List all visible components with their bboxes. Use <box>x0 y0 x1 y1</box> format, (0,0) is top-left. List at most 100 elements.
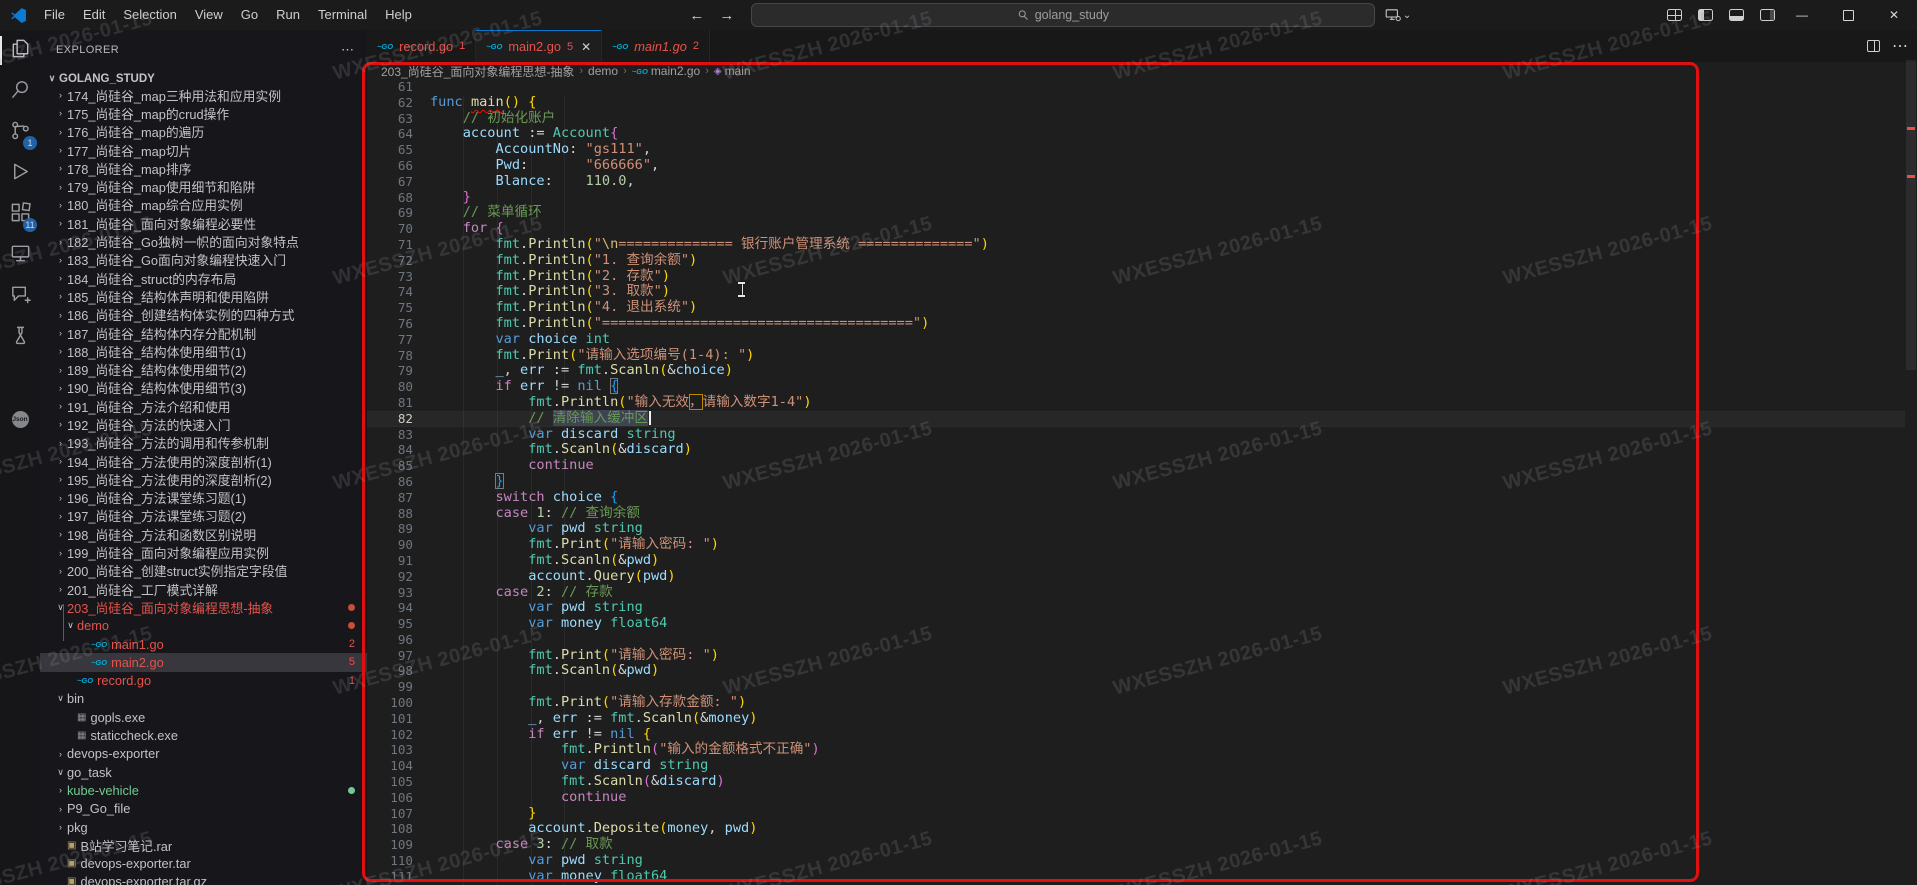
tree-item-P9_Go_file[interactable]: › P9_Go_file <box>40 800 367 818</box>
line-number[interactable]: 104 <box>367 758 413 774</box>
menu-view[interactable]: View <box>186 0 232 30</box>
code-line-62[interactable]: 62 func main() { <box>367 94 1905 111</box>
code-line-86[interactable]: 86 } <box>367 472 1905 490</box>
line-number[interactable]: 107 <box>367 806 413 822</box>
activity-testing-button[interactable] <box>0 317 40 358</box>
code-line-110[interactable]: 110 var pwd string <box>367 852 1905 869</box>
tree-item-178_尚硅谷_map排序[interactable]: › 178_尚硅谷_map排序 <box>40 159 367 177</box>
window-restore-button[interactable] <box>1825 0 1871 30</box>
line-number[interactable]: 99 <box>367 679 413 695</box>
tree-item-196_尚硅谷_方法课堂练习题(1)[interactable]: › 196_尚硅谷_方法课堂练习题(1) <box>40 489 367 507</box>
code-line-63[interactable]: 63 // 初始化账户 <box>367 110 1905 127</box>
tree-item-193_尚硅谷_方法的调用和传参机制[interactable]: › 193_尚硅谷_方法的调用和传参机制 <box>40 434 367 452</box>
breadcrumb-item-demo[interactable]: demo <box>588 64 618 78</box>
tree-item-182_尚硅谷_Go独树一帜的面向对象特点[interactable]: › 182_尚硅谷_Go独树一帜的面向对象特点 <box>40 232 367 250</box>
line-number[interactable]: 106 <box>367 790 413 806</box>
code-line-92[interactable]: 92 account.Query(pwd) <box>367 568 1905 585</box>
tree-item-176_尚硅谷_map的遍历[interactable]: › 176_尚硅谷_map的遍历 <box>40 123 367 141</box>
code-line-68[interactable]: 68 } <box>367 189 1905 206</box>
line-number[interactable]: 79 <box>367 363 413 379</box>
tree-item-demo[interactable]: ∨ demo <box>40 617 367 635</box>
tree-item-174_尚硅谷_map三种用法和应用实例[interactable]: › 174_尚硅谷_map三种用法和应用实例 <box>40 86 367 104</box>
line-number[interactable]: 78 <box>367 348 413 364</box>
line-number[interactable]: 87 <box>367 490 413 506</box>
code-line-89[interactable]: 89 var pwd string <box>367 520 1905 537</box>
code-line-80[interactable]: 80 if err != nil { <box>367 378 1905 395</box>
breadcrumb-item-203_尚硅谷_面向对象编程思想-抽象[interactable]: 203_尚硅谷_面向对象编程思想-抽象 <box>381 63 574 80</box>
line-number[interactable]: 109 <box>367 837 413 853</box>
tree-item-devops-exporter.tar[interactable]: ▣ devops-exporter.tar <box>40 854 367 872</box>
line-number[interactable]: 111 <box>367 869 413 885</box>
tree-item-main2.go[interactable]: ~GO main2.go 5 <box>40 653 367 672</box>
line-number[interactable]: 95 <box>367 616 413 632</box>
tree-item-177_尚硅谷_map切片[interactable]: › 177_尚硅谷_map切片 <box>40 141 367 159</box>
line-number[interactable]: 97 <box>367 648 413 664</box>
tree-item-195_尚硅谷_方法使用的深度剖析(2)[interactable]: › 195_尚硅谷_方法使用的深度剖析(2) <box>40 470 367 488</box>
line-number[interactable]: 81 <box>367 395 413 411</box>
tree-item-175_尚硅谷_map的crud操作[interactable]: › 175_尚硅谷_map的crud操作 <box>40 104 367 122</box>
code-line-95[interactable]: 95 var money float64 <box>367 615 1905 632</box>
code-line-108[interactable]: 108 account.Deposite(money, pwd) <box>367 821 1905 837</box>
line-number[interactable]: 96 <box>367 632 413 648</box>
tree-item-gopls.exe[interactable]: ▦ gopls.exe <box>40 708 367 726</box>
activity-remote-explorer-button[interactable] <box>0 235 40 276</box>
window-close-button[interactable]: ✕ <box>1871 0 1917 30</box>
tree-item-pkg[interactable]: › pkg <box>40 818 367 836</box>
activity-python-button[interactable] <box>0 358 40 399</box>
code-line-85[interactable]: 85 continue <box>367 457 1905 474</box>
tree-item-203_尚硅谷_面向对象编程思想-抽象[interactable]: ∨ 203_尚硅谷_面向对象编程思想-抽象 <box>40 598 367 616</box>
code-line-98[interactable]: 98 fmt.Scanln(&pwd) <box>367 663 1905 679</box>
menu-terminal[interactable]: Terminal <box>309 0 376 30</box>
line-number[interactable]: 103 <box>367 742 413 758</box>
line-number[interactable]: 64 <box>367 126 413 142</box>
code-line-77[interactable]: 77 var choice int <box>367 331 1905 348</box>
code-line-90[interactable]: 90 fmt.Print("请输入密码: ") <box>367 536 1905 553</box>
line-number[interactable]: 84 <box>367 442 413 458</box>
code-line-100[interactable]: 100 fmt.Print("请输入存款金额: ") <box>367 694 1905 711</box>
line-number[interactable]: 100 <box>367 695 413 711</box>
toggle-primary-sidebar-button[interactable] <box>1698 9 1713 21</box>
line-number[interactable]: 76 <box>367 316 413 332</box>
code-line-101[interactable]: 101 _, err := fmt.Scanln(&money) <box>367 710 1905 727</box>
tree-item-199_尚硅谷_面向对象编程应用实例[interactable]: › 199_尚硅谷_面向对象编程应用实例 <box>40 543 367 561</box>
line-number[interactable]: 85 <box>367 458 413 474</box>
nav-forward-button[interactable]: → <box>717 7 737 24</box>
line-number[interactable]: 80 <box>367 379 413 395</box>
code-line-88[interactable]: 88 case 1: // 查询余额 <box>367 505 1905 522</box>
command-center-search[interactable]: golang_study <box>750 3 1375 27</box>
tree-item-181_尚硅谷_面向对象编程必要性[interactable]: › 181_尚硅谷_面向对象编程必要性 <box>40 214 367 232</box>
tree-item-200_尚硅谷_创建struct实例指定字段值[interactable]: › 200_尚硅谷_创建struct实例指定字段值 <box>40 562 367 580</box>
line-number[interactable]: 72 <box>367 253 413 269</box>
code-line-107[interactable]: 107 } <box>367 805 1905 822</box>
tree-item-record.go[interactable]: ~GO record.go 1 <box>40 672 367 690</box>
line-number[interactable]: 90 <box>367 537 413 553</box>
code-line-87[interactable]: 87 switch choice { <box>367 489 1905 506</box>
activity-search-button[interactable] <box>0 71 40 112</box>
tab-main1.go[interactable]: ~GO main1.go 2 <box>602 30 710 62</box>
code-line-70[interactable]: 70 for { <box>367 220 1905 237</box>
toggle-secondary-sidebar-button[interactable] <box>1760 9 1775 21</box>
code-line-105[interactable]: 105 fmt.Scanln(&discard) <box>367 773 1905 790</box>
line-number[interactable]: 89 <box>367 521 413 537</box>
code-line-83[interactable]: 83 var discard string <box>367 426 1905 443</box>
line-number[interactable]: 70 <box>367 221 413 237</box>
activity-chat-button[interactable] <box>0 276 40 317</box>
code-line-94[interactable]: 94 var pwd string <box>367 599 1905 616</box>
code-line-111[interactable]: 111 var money float64 <box>367 868 1905 885</box>
tree-item-189_尚硅谷_结构体使用细节(2)[interactable]: › 189_尚硅谷_结构体使用细节(2) <box>40 360 367 378</box>
line-number[interactable]: 67 <box>367 174 413 190</box>
tree-item-185_尚硅谷_结构体声明和使用陷阱[interactable]: › 185_尚硅谷_结构体声明和使用陷阱 <box>40 287 367 305</box>
tree-item-180_尚硅谷_map综合应用实例[interactable]: › 180_尚硅谷_map综合应用实例 <box>40 196 367 214</box>
menu-go[interactable]: Go <box>232 0 267 30</box>
code-line-97[interactable]: 97 fmt.Print("请输入密码: ") <box>367 647 1905 664</box>
tree-item-188_尚硅谷_结构体使用细节(1)[interactable]: › 188_尚硅谷_结构体使用细节(1) <box>40 342 367 360</box>
code-line-96[interactable]: 96 <box>367 632 1905 648</box>
code-line-84[interactable]: 84 fmt.Scanln(&discard) <box>367 441 1905 458</box>
activity-source-control-button[interactable]: 1 <box>0 112 40 153</box>
line-number[interactable]: 61 <box>367 79 413 95</box>
code-line-72[interactable]: 72 fmt.Println("1. 查询余额") <box>367 252 1905 269</box>
code-line-104[interactable]: 104 var discard string <box>367 757 1905 774</box>
menu-run[interactable]: Run <box>267 0 309 30</box>
tab-main2.go[interactable]: ~GO main2.go 5 ✕ <box>476 30 603 62</box>
code-line-82[interactable]: 82 // 清除输入缓冲区 <box>367 409 1905 427</box>
